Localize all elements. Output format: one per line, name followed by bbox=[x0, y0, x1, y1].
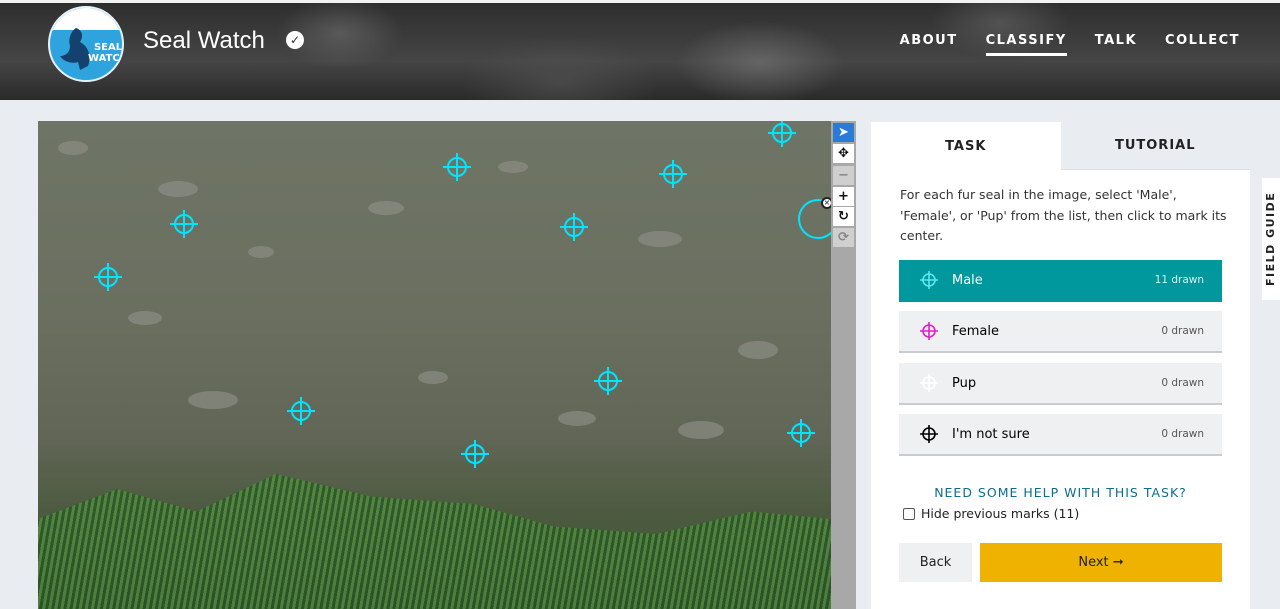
crosshair-icon bbox=[920, 374, 938, 392]
nav-talk[interactable]: TALK bbox=[1095, 33, 1137, 56]
task-instructions: For each fur seal in the image, select '… bbox=[900, 187, 1227, 243]
choice-count: 0 drawn bbox=[1161, 325, 1204, 337]
choice-label: Pup bbox=[952, 375, 977, 391]
reset-icon[interactable]: ⟳ bbox=[833, 228, 854, 247]
image-rock bbox=[638, 231, 682, 247]
field-guide-tab[interactable]: FIELD GUIDE bbox=[1262, 178, 1280, 300]
male-mark[interactable] bbox=[461, 440, 489, 468]
image-grass bbox=[38, 474, 831, 609]
image-rock bbox=[248, 246, 274, 258]
subject-image[interactable]: × bbox=[38, 121, 831, 609]
hide-previous-label: Hide previous marks (11) bbox=[921, 506, 1080, 521]
image-rock bbox=[158, 181, 198, 197]
male-mark[interactable] bbox=[560, 213, 588, 241]
choice-female[interactable]: Female 0 drawn bbox=[899, 311, 1222, 353]
male-mark[interactable] bbox=[787, 419, 815, 447]
choice-label: Female bbox=[952, 323, 1000, 339]
crosshair-icon bbox=[920, 322, 938, 340]
choice-label: Male bbox=[952, 272, 983, 288]
crosshair-icon bbox=[920, 271, 938, 289]
back-button[interactable]: Back bbox=[899, 543, 972, 582]
site-header: SEAL WATCH Seal Watch ✓ ABOUT CLASSIFY T… bbox=[0, 0, 1280, 100]
image-rock bbox=[558, 411, 596, 426]
image-rock bbox=[418, 371, 448, 384]
image-rock bbox=[498, 161, 528, 173]
main-nav: ABOUT CLASSIFY TALK COLLECT bbox=[900, 33, 1240, 56]
crosshair-icon bbox=[920, 425, 938, 443]
nav-about[interactable]: ABOUT bbox=[900, 33, 958, 56]
pointer-tool-icon[interactable]: ➤ bbox=[833, 123, 854, 142]
male-mark[interactable] bbox=[594, 367, 622, 395]
site-title[interactable]: Seal Watch bbox=[143, 27, 265, 55]
male-mark[interactable] bbox=[443, 153, 471, 181]
male-mark[interactable] bbox=[659, 160, 687, 188]
choice-male[interactable]: Male 11 drawn bbox=[899, 260, 1222, 302]
seal-watch-logo[interactable]: SEAL WATCH bbox=[48, 6, 124, 82]
next-button[interactable]: Next ➞ bbox=[980, 543, 1222, 582]
hide-previous-checkbox[interactable] bbox=[903, 507, 915, 520]
nav-collect[interactable]: COLLECT bbox=[1165, 33, 1240, 56]
field-guide-label: FIELD GUIDE bbox=[1264, 191, 1277, 286]
choice-label: I'm not sure bbox=[952, 426, 1030, 442]
zoom-out-icon[interactable]: − bbox=[833, 166, 854, 185]
nav-classify[interactable]: CLASSIFY bbox=[985, 33, 1067, 56]
help-link[interactable]: NEED SOME HELP WITH THIS TASK? bbox=[871, 485, 1250, 500]
male-mark[interactable] bbox=[287, 397, 315, 425]
verified-checkmark-icon: ✓ bbox=[286, 31, 304, 49]
choice-count: 0 drawn bbox=[1161, 428, 1204, 440]
hide-previous-marks[interactable]: Hide previous marks (11) bbox=[903, 506, 1079, 521]
image-rock bbox=[368, 201, 404, 215]
image-rock bbox=[128, 311, 162, 325]
tab-tutorial[interactable]: TUTORIAL bbox=[1060, 122, 1250, 170]
male-mark[interactable] bbox=[768, 121, 796, 147]
male-mark[interactable] bbox=[170, 210, 198, 238]
rotate-icon[interactable]: ↻ bbox=[833, 207, 854, 226]
choice-not-sure[interactable]: I'm not sure 0 drawn bbox=[899, 414, 1222, 456]
zoom-in-icon[interactable]: + bbox=[833, 187, 854, 206]
tab-task[interactable]: TASK bbox=[871, 122, 1061, 170]
image-rock bbox=[738, 341, 778, 359]
image-rock bbox=[678, 421, 724, 439]
choice-count: 0 drawn bbox=[1161, 377, 1204, 389]
task-panel: TASK TUTORIAL For each fur seal in the i… bbox=[871, 122, 1250, 609]
move-tool-icon[interactable]: ✥ bbox=[833, 144, 854, 163]
logo-text: SEAL WATCH bbox=[88, 42, 123, 64]
male-mark[interactable] bbox=[94, 263, 122, 291]
image-toolbar: ➤ ✥ − + ↻ ⟳ bbox=[831, 121, 856, 609]
choice-pup[interactable]: Pup 0 drawn bbox=[899, 363, 1222, 405]
panel-tabs: TASK TUTORIAL bbox=[871, 122, 1250, 170]
delete-mark-icon[interactable]: × bbox=[821, 197, 831, 209]
choice-count: 11 drawn bbox=[1154, 274, 1204, 286]
image-rock bbox=[58, 141, 88, 155]
image-rock bbox=[188, 391, 238, 409]
